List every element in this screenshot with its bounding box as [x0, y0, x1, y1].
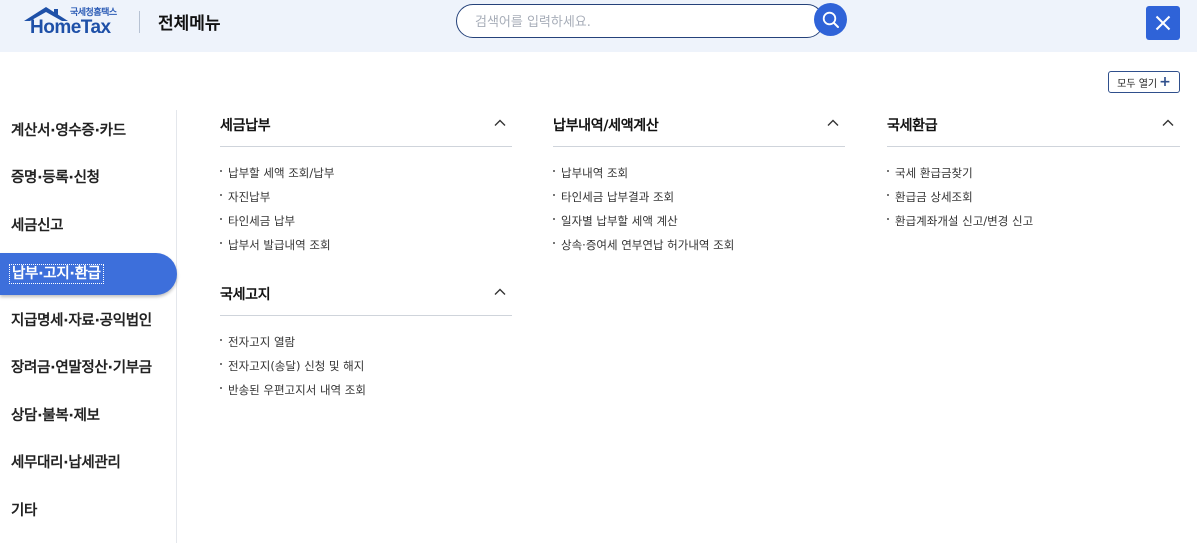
- menu-link[interactable]: 납부할 세액 조회/납부: [220, 164, 334, 188]
- chevron-up-icon: [1162, 119, 1174, 126]
- sidebar-item-statements[interactable]: 지급명세·자료·공익법인: [0, 300, 176, 342]
- sidebar-item-label: 상담·불복·제보: [11, 408, 100, 424]
- section-title: 국세환급: [887, 118, 938, 134]
- menu-link[interactable]: 상속·증여세 연부연납 허가내역 조회: [553, 236, 734, 260]
- sidebar-item-payment[interactable]: 납부·고지·환급: [0, 253, 177, 295]
- top-header: 국세청홈택스 HomeTax 전체메뉴: [0, 0, 1197, 52]
- menu-link[interactable]: 환급금 상세조회: [887, 188, 1033, 212]
- page-title: 전체메뉴: [158, 14, 221, 34]
- close-button[interactable]: [1146, 6, 1180, 40]
- menu-link[interactable]: 타인세금 납부: [220, 212, 334, 236]
- menu-link[interactable]: 납부서 발급내역 조회: [220, 236, 334, 260]
- menu-link[interactable]: 타인세금 납부결과 조회: [553, 188, 734, 212]
- section-header[interactable]: 납부내역/세액계산: [553, 111, 845, 147]
- header-divider: [139, 11, 140, 33]
- section-title: 납부내역/세액계산: [553, 118, 659, 134]
- sidebar-item-label: 기타: [11, 503, 38, 519]
- sidebar-item-consultation[interactable]: 상담·불복·제보: [0, 395, 176, 437]
- sidebar-item-label: 납부·고지·환급: [9, 264, 104, 284]
- section-header[interactable]: 국세고지: [220, 280, 512, 316]
- section-link-list: 전자고지 열람 전자고지(송달) 신청 및 해지 반송된 우편고지서 내역 조회: [220, 333, 366, 405]
- search-input[interactable]: [475, 12, 795, 32]
- search-box: [456, 4, 824, 38]
- section-link-list: 국세 환급금찾기 환급금 상세조회 환급계좌개설 신고/변경 신고: [887, 164, 1033, 236]
- section-header[interactable]: 세금납부: [220, 111, 512, 147]
- close-icon: [1155, 15, 1171, 31]
- menu-link[interactable]: 전자고지(송달) 신청 및 해지: [220, 357, 366, 381]
- plus-icon: +: [1159, 74, 1171, 90]
- sidebar-item-label: 계산서·영수증·카드: [11, 123, 126, 139]
- sidebar-item-incentives[interactable]: 장려금·연말정산·기부금: [0, 347, 176, 389]
- search-icon: [822, 11, 839, 28]
- sidebar-item-label: 세무대리·납세관리: [11, 455, 121, 471]
- expand-all-button[interactable]: 모두 열기 +: [1108, 71, 1180, 93]
- chevron-up-icon: [494, 119, 506, 126]
- section-link-list: 납부할 세액 조회/납부 자진납부 타인세금 납부 납부서 발급내역 조회: [220, 164, 334, 260]
- hometax-logo[interactable]: 국세청홈택스 HomeTax: [24, 5, 124, 43]
- sidebar-item-etc[interactable]: 기타: [0, 490, 176, 532]
- sidebar-item-label: 장려금·연말정산·기부금: [11, 360, 152, 376]
- chevron-up-icon: [827, 119, 839, 126]
- menu-link[interactable]: 납부내역 조회: [553, 164, 734, 188]
- section-header[interactable]: 국세환급: [887, 111, 1180, 147]
- sidebar-item-label: 세금신고: [11, 218, 64, 234]
- sidebar-item-label: 지급명세·자료·공익법인: [11, 313, 152, 329]
- logo-text: HomeTax: [30, 17, 111, 38]
- sidebar-item-label: 증명·등록·신청: [11, 170, 100, 186]
- section-title: 국세고지: [220, 287, 271, 303]
- chevron-up-icon: [494, 288, 506, 295]
- menu-link[interactable]: 일자별 납부할 세액 계산: [553, 212, 734, 236]
- sidebar-item-tax-agent[interactable]: 세무대리·납세관리: [0, 442, 176, 484]
- menu-link[interactable]: 반송된 우편고지서 내역 조회: [220, 381, 366, 405]
- sidebar-item-tax-filing[interactable]: 세금신고: [0, 205, 176, 247]
- category-sidebar: 계산서·영수증·카드 증명·등록·신청 세금신고 납부·고지·환급 지급명세·자…: [0, 110, 177, 543]
- expand-all-label: 모두 열기: [1117, 78, 1158, 90]
- menu-link[interactable]: 국세 환급금찾기: [887, 164, 1033, 188]
- section-link-list: 납부내역 조회 타인세금 납부결과 조회 일자별 납부할 세액 계산 상속·증여…: [553, 164, 734, 260]
- sidebar-item-certificate[interactable]: 증명·등록·신청: [0, 157, 176, 199]
- sidebar-item-invoice[interactable]: 계산서·영수증·카드: [0, 110, 176, 152]
- menu-link[interactable]: 자진납부: [220, 188, 334, 212]
- menu-link[interactable]: 환급계좌개설 신고/변경 신고: [887, 212, 1033, 236]
- section-title: 세금납부: [220, 118, 271, 134]
- menu-link[interactable]: 전자고지 열람: [220, 333, 366, 357]
- search-button[interactable]: [814, 3, 847, 36]
